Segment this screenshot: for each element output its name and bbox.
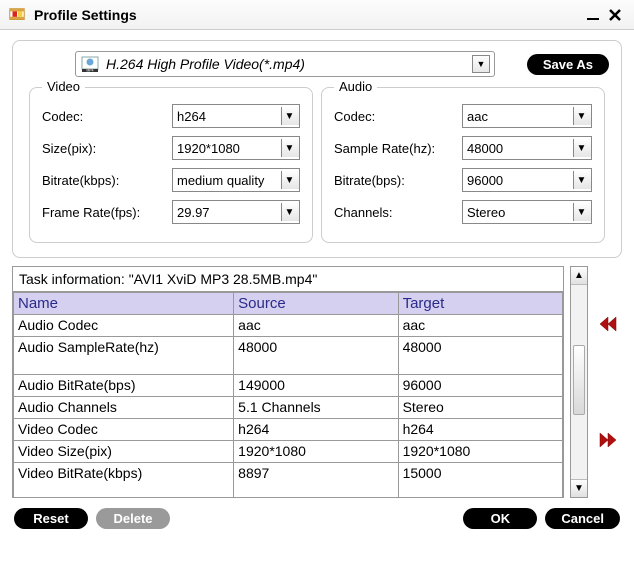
profile-dropdown[interactable]: MP4 H.264 High Profile Video(*.mp4) ▼ — [75, 51, 495, 77]
cancel-button[interactable]: Cancel — [545, 508, 620, 529]
video-bitrate-label: Bitrate(kbps): — [42, 173, 172, 188]
scroll-down-button[interactable]: ▼ — [571, 479, 587, 497]
audio-group: Audio Codec: aac ▼ Sample Rate(hz): 4800… — [321, 87, 605, 243]
window-title: Profile Settings — [34, 7, 582, 23]
prev-icon[interactable] — [596, 313, 620, 335]
minimize-button[interactable] — [582, 6, 604, 24]
table-row[interactable]: Audio Channels5.1 ChannelsStereo — [14, 397, 563, 419]
col-header-target[interactable]: Target — [398, 293, 562, 315]
audio-bitrate-label: Bitrate(bps): — [334, 173, 462, 188]
table-row[interactable]: Video BitRate(kbps)889715000 — [14, 463, 563, 498]
bottom-bar: Reset Delete OK Cancel — [0, 498, 634, 539]
audio-legend: Audio — [334, 79, 377, 94]
title-bar: Profile Settings — [0, 0, 634, 30]
audio-sr-label: Sample Rate(hz): — [334, 141, 462, 156]
chevron-down-icon: ▼ — [281, 203, 299, 221]
chevron-down-icon: ▼ — [281, 171, 299, 189]
audio-bitrate-dropdown[interactable]: 96000 ▼ — [462, 168, 592, 192]
chevron-down-icon: ▼ — [281, 107, 299, 125]
audio-channels-label: Channels: — [334, 205, 462, 220]
video-codec-dropdown[interactable]: h264 ▼ — [172, 104, 300, 128]
video-fps-value: 29.97 — [177, 205, 281, 220]
scroll-track[interactable] — [571, 285, 587, 479]
settings-panel: MP4 H.264 High Profile Video(*.mp4) ▼ Sa… — [12, 40, 622, 258]
audio-channels-dropdown[interactable]: Stereo ▼ — [462, 200, 592, 224]
task-title: Task information: "AVI1 XviD MP3 28.5MB.… — [13, 267, 563, 292]
audio-sr-dropdown[interactable]: 48000 ▼ — [462, 136, 592, 160]
table-row[interactable]: Video Size(pix)1920*10801920*1080 — [14, 441, 563, 463]
audio-sr-value: 48000 — [467, 141, 573, 156]
audio-channels-value: Stereo — [467, 205, 573, 220]
video-group: Video Codec: h264 ▼ Size(pix): 1920*1080… — [29, 87, 313, 243]
audio-bitrate-value: 96000 — [467, 173, 573, 188]
video-size-label: Size(pix): — [42, 141, 172, 156]
profile-row: MP4 H.264 High Profile Video(*.mp4) ▼ Sa… — [25, 51, 609, 77]
table-row[interactable]: Audio Codecaacaac — [14, 315, 563, 337]
table-row[interactable]: Audio BitRate(bps)14900096000 — [14, 375, 563, 397]
video-size-value: 1920*1080 — [177, 141, 281, 156]
chevron-down-icon: ▼ — [573, 171, 591, 189]
video-bitrate-dropdown[interactable]: medium quality ▼ — [172, 168, 300, 192]
save-as-button[interactable]: Save As — [527, 54, 609, 75]
delete-button[interactable]: Delete — [96, 508, 170, 529]
ok-button[interactable]: OK — [463, 508, 537, 529]
scroll-up-button[interactable]: ▲ — [571, 267, 587, 285]
audio-codec-label: Codec: — [334, 109, 462, 124]
chevron-down-icon: ▼ — [281, 139, 299, 157]
col-header-name[interactable]: Name — [14, 293, 234, 315]
app-icon — [8, 6, 26, 24]
video-codec-value: h264 — [177, 109, 281, 124]
chevron-down-icon: ▼ — [573, 203, 591, 221]
video-size-dropdown[interactable]: 1920*1080 ▼ — [172, 136, 300, 160]
profile-selected: H.264 High Profile Video(*.mp4) — [106, 56, 472, 72]
table-row[interactable]: Video Codech264h264 — [14, 419, 563, 441]
task-panel: Task information: "AVI1 XviD MP3 28.5MB.… — [12, 266, 564, 498]
mp4-icon: MP4 — [80, 55, 100, 73]
close-button[interactable] — [604, 6, 626, 24]
task-area: Task information: "AVI1 XviD MP3 28.5MB.… — [12, 266, 622, 498]
chevron-down-icon: ▼ — [573, 139, 591, 157]
video-fps-label: Frame Rate(fps): — [42, 205, 172, 220]
scroll-thumb[interactable] — [573, 345, 585, 415]
table-row[interactable]: Audio SampleRate(hz)4800048000 — [14, 337, 563, 375]
next-icon[interactable] — [596, 429, 620, 451]
chevron-down-icon: ▼ — [472, 55, 490, 73]
audio-codec-dropdown[interactable]: aac ▼ — [462, 104, 592, 128]
video-bitrate-value: medium quality — [177, 173, 281, 188]
audio-codec-value: aac — [467, 109, 573, 124]
scrollbar-vertical[interactable]: ▲ ▼ — [570, 266, 588, 498]
video-legend: Video — [42, 79, 85, 94]
chevron-down-icon: ▼ — [573, 107, 591, 125]
task-table: Name Source Target Audio Codecaacaac Aud… — [13, 292, 563, 497]
col-header-source[interactable]: Source — [234, 293, 398, 315]
video-codec-label: Codec: — [42, 109, 172, 124]
reset-button[interactable]: Reset — [14, 508, 88, 529]
nav-arrows — [594, 266, 622, 498]
svg-text:MP4: MP4 — [87, 69, 94, 73]
video-fps-dropdown[interactable]: 29.97 ▼ — [172, 200, 300, 224]
